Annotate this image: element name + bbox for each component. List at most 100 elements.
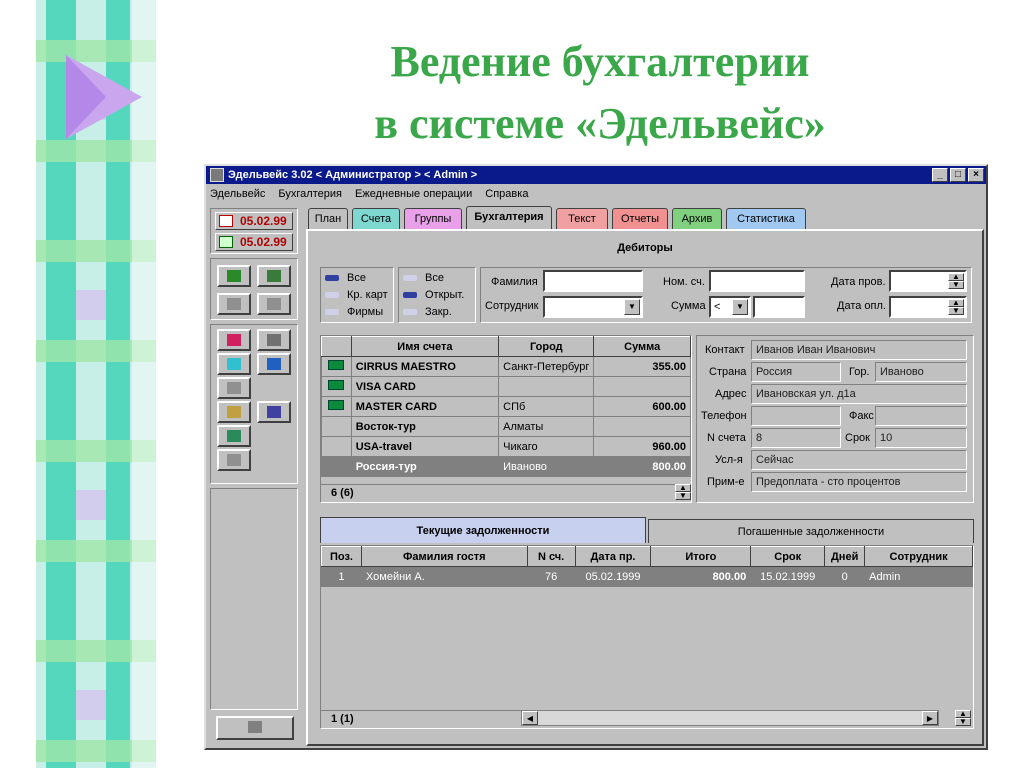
scroll-down-icon[interactable]: ▼	[955, 718, 971, 726]
disabled-button-1[interactable]	[217, 293, 251, 315]
transfer-button[interactable]	[257, 265, 291, 287]
account-sum-cell	[593, 416, 691, 437]
menu-edelweiss[interactable]: Эдельвейс	[210, 188, 265, 200]
empty-cell	[321, 586, 973, 607]
city-field[interactable]: Иваново	[875, 362, 967, 382]
check-date-input[interactable]: ▲ ▼	[889, 270, 967, 292]
term-field[interactable]: 10	[875, 428, 967, 448]
date2-text: 05.02.99	[240, 235, 287, 249]
date-display-1[interactable]: 05.02.99	[215, 212, 293, 230]
tab-accounting[interactable]: Бухгалтерия	[466, 206, 552, 230]
tab-reports[interactable]: Отчеты	[612, 208, 668, 230]
edit-button[interactable]	[257, 353, 291, 375]
tab-text[interactable]: Текст	[556, 208, 608, 230]
filter-firms-label: Фирмы	[347, 306, 384, 318]
address-label: Адрес	[715, 388, 747, 400]
restore-button[interactable]: □	[950, 168, 966, 182]
guest-card-button[interactable]	[217, 265, 251, 287]
account-name-header[interactable]: Имя счета	[350, 336, 500, 357]
city-header[interactable]: Город	[498, 336, 595, 357]
sum-operator-value: <	[714, 301, 721, 313]
employee-select[interactable]: ▼	[543, 296, 643, 318]
table-row[interactable]: Восток-тур Алматы	[321, 416, 691, 437]
report-button[interactable]	[257, 401, 291, 423]
print-button[interactable]	[217, 401, 251, 423]
sum-operator-select[interactable]: < ▼	[709, 296, 751, 318]
tab-paid-debts[interactable]: Погашенные задолженности	[648, 519, 974, 543]
spin-down-icon[interactable]: ▼	[948, 281, 964, 289]
tab-plan[interactable]: План	[308, 208, 348, 230]
menu-help[interactable]: Справка	[485, 188, 528, 200]
card-icon	[328, 360, 345, 370]
title-bar: Эдельвейс 3.02 < Администратор > < Admin…	[206, 166, 986, 184]
radio-arrow-icon	[325, 275, 339, 281]
filter-all-radio[interactable]: Все	[321, 270, 366, 286]
delete-button[interactable]	[217, 329, 251, 351]
contact-field[interactable]: Иванов Иван Иванович	[751, 340, 967, 360]
status-closed-radio[interactable]: Закр.	[399, 304, 452, 320]
account-number-field[interactable]: 8	[751, 428, 841, 448]
filter-cards-radio[interactable]: Кр. карт	[321, 287, 388, 303]
empty-row	[321, 646, 973, 667]
sum-header[interactable]: Сумма	[593, 336, 691, 357]
table-row[interactable]: VISA CARD	[321, 376, 691, 397]
pos-header[interactable]: Поз.	[321, 546, 362, 567]
disabled-button-3[interactable]	[217, 377, 251, 399]
scroll-left-icon[interactable]: ◀	[522, 711, 538, 725]
tools-button[interactable]	[257, 329, 291, 351]
status-all-radio[interactable]: Все	[399, 270, 444, 286]
tool-group-2	[210, 324, 298, 484]
account-sum-cell: 355.00	[593, 356, 691, 377]
term-header[interactable]: Срок	[750, 546, 826, 567]
table-row[interactable]: MASTER CARD СПб 600.00	[321, 396, 691, 417]
tab-statistics[interactable]: Статистика	[726, 208, 806, 230]
menu-daily-operations[interactable]: Ежедневные операции	[355, 188, 472, 200]
empty-row	[321, 586, 973, 607]
acct-header[interactable]: N сч.	[526, 546, 576, 567]
date-display-2[interactable]: 05.02.99	[215, 233, 293, 251]
tab-current-debts[interactable]: Текущие задолженности	[320, 517, 646, 543]
menu-accounting[interactable]: Бухгалтерия	[278, 188, 342, 200]
tab-groups[interactable]: Группы	[404, 208, 462, 230]
tab-archive[interactable]: Архив	[672, 208, 722, 230]
phone-field[interactable]	[751, 406, 841, 426]
note-label: Прим-е	[707, 476, 745, 488]
guest-header[interactable]: Фамилия гостя	[360, 546, 528, 567]
surname-input[interactable]	[543, 270, 643, 292]
conditions-field[interactable]: Сейчас	[751, 450, 967, 470]
table-row[interactable]: Россия-тур Иваново 800.00	[321, 456, 691, 477]
contact-details: Контакт Иванов Иван Иванович Страна Росс…	[696, 335, 974, 503]
cleanup-button[interactable]	[217, 425, 251, 447]
disabled-button-4[interactable]	[217, 449, 251, 471]
filter-firms-radio[interactable]: Фирмы	[321, 304, 383, 320]
trash-button[interactable]	[216, 716, 294, 740]
sum-input[interactable]	[753, 296, 805, 318]
table-row[interactable]: CIRRUS MAESTRO Санкт-Петербург 355.00	[321, 356, 691, 377]
pay-date-input[interactable]: ▲ ▼	[889, 296, 967, 318]
table-row[interactable]: USA-travel Чикаго 960.00	[321, 436, 691, 457]
minimize-button[interactable]: _	[932, 168, 948, 182]
spin-down-icon[interactable]: ▼	[948, 307, 964, 315]
total-header[interactable]: Итого	[650, 546, 752, 567]
table-row[interactable]: 1 Хомейни А. 76 05.02.1999 800.00 15.02.1999 0…	[321, 566, 973, 587]
employee-header[interactable]: Сотрудник	[864, 546, 973, 567]
status-open-radio[interactable]: Открыт.	[399, 287, 464, 303]
horizontal-scrollbar[interactable]: ◀ ▶	[521, 710, 939, 726]
calendar-icon	[219, 215, 233, 227]
arrow-icon	[267, 298, 281, 310]
account-no-input[interactable]	[709, 270, 805, 292]
days-header[interactable]: Дней	[824, 546, 866, 567]
new-document-button[interactable]	[217, 353, 251, 375]
app-window: Эдельвейс 3.02 < Администратор > < Admin…	[204, 164, 988, 750]
accounts-grid: Имя счета Город Сумма CIRRUS MAESTRO Санк…	[320, 335, 692, 503]
scroll-right-icon[interactable]: ▶	[922, 711, 938, 725]
scroll-down-icon[interactable]: ▼	[675, 492, 691, 500]
disabled-button-2[interactable]	[257, 293, 291, 315]
fax-field[interactable]	[875, 406, 967, 426]
address-field[interactable]: Ивановская ул. д1а	[751, 384, 967, 404]
close-button[interactable]: ×	[968, 168, 984, 182]
tab-accounts[interactable]: Счета	[352, 208, 400, 230]
country-field[interactable]: Россия	[751, 362, 841, 382]
note-field[interactable]: Предоплата - сто процентов	[751, 472, 967, 492]
date-header[interactable]: Дата пр.	[574, 546, 652, 567]
